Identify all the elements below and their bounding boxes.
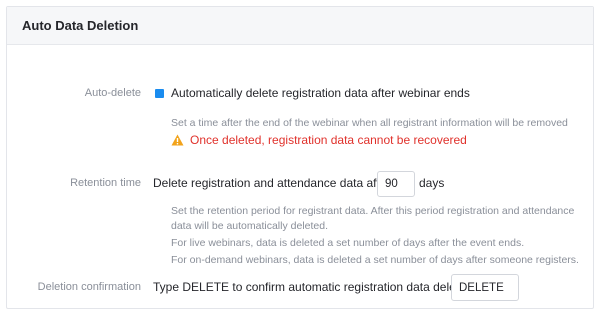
retention-days-input[interactable]: 90 (377, 171, 415, 197)
retention-text-after: days (419, 176, 445, 190)
confirmation-text: Type DELETE to confirm automatic registr… (153, 280, 476, 294)
deletion-confirmation-label: Deletion confirmation (37, 281, 141, 293)
retention-row: Retention time Delete registration and a… (7, 171, 593, 197)
warning-icon (171, 134, 184, 146)
auto-delete-checkbox-label[interactable]: Automatically delete registration data a… (171, 86, 470, 100)
auto-delete-warning: Once deleted, registration data cannot b… (171, 133, 467, 147)
retention-time-label: Retention time (70, 177, 141, 189)
card-title: Auto Data Deletion (22, 18, 139, 33)
retention-days-value: 90 (385, 178, 398, 190)
card-header: Auto Data Deletion (7, 7, 593, 45)
auto-data-deletion-card: Auto Data Deletion Auto-delete Automatic… (6, 6, 594, 309)
retention-help-3: For on-demand webinars, data is deleted … (171, 254, 579, 266)
auto-delete-label: Auto-delete (84, 87, 141, 99)
retention-help-1: Set the retention period for registrant … (171, 205, 575, 232)
confirmation-row: Deletion confirmation Type DELETE to con… (7, 274, 593, 301)
confirmation-value: DELETE (459, 281, 504, 294)
retention-help-2: For live webinars, data is deleted a set… (171, 237, 525, 249)
auto-delete-row: Auto-delete Automatically delete registr… (7, 86, 593, 102)
warning-text: Once deleted, registration data cannot b… (190, 133, 467, 147)
auto-delete-help: Set a time after the end of the webinar … (171, 117, 568, 129)
confirmation-input[interactable]: DELETE (451, 274, 519, 301)
auto-delete-checkbox[interactable] (155, 89, 164, 98)
retention-text-before: Delete registration and attendance data … (153, 176, 391, 190)
